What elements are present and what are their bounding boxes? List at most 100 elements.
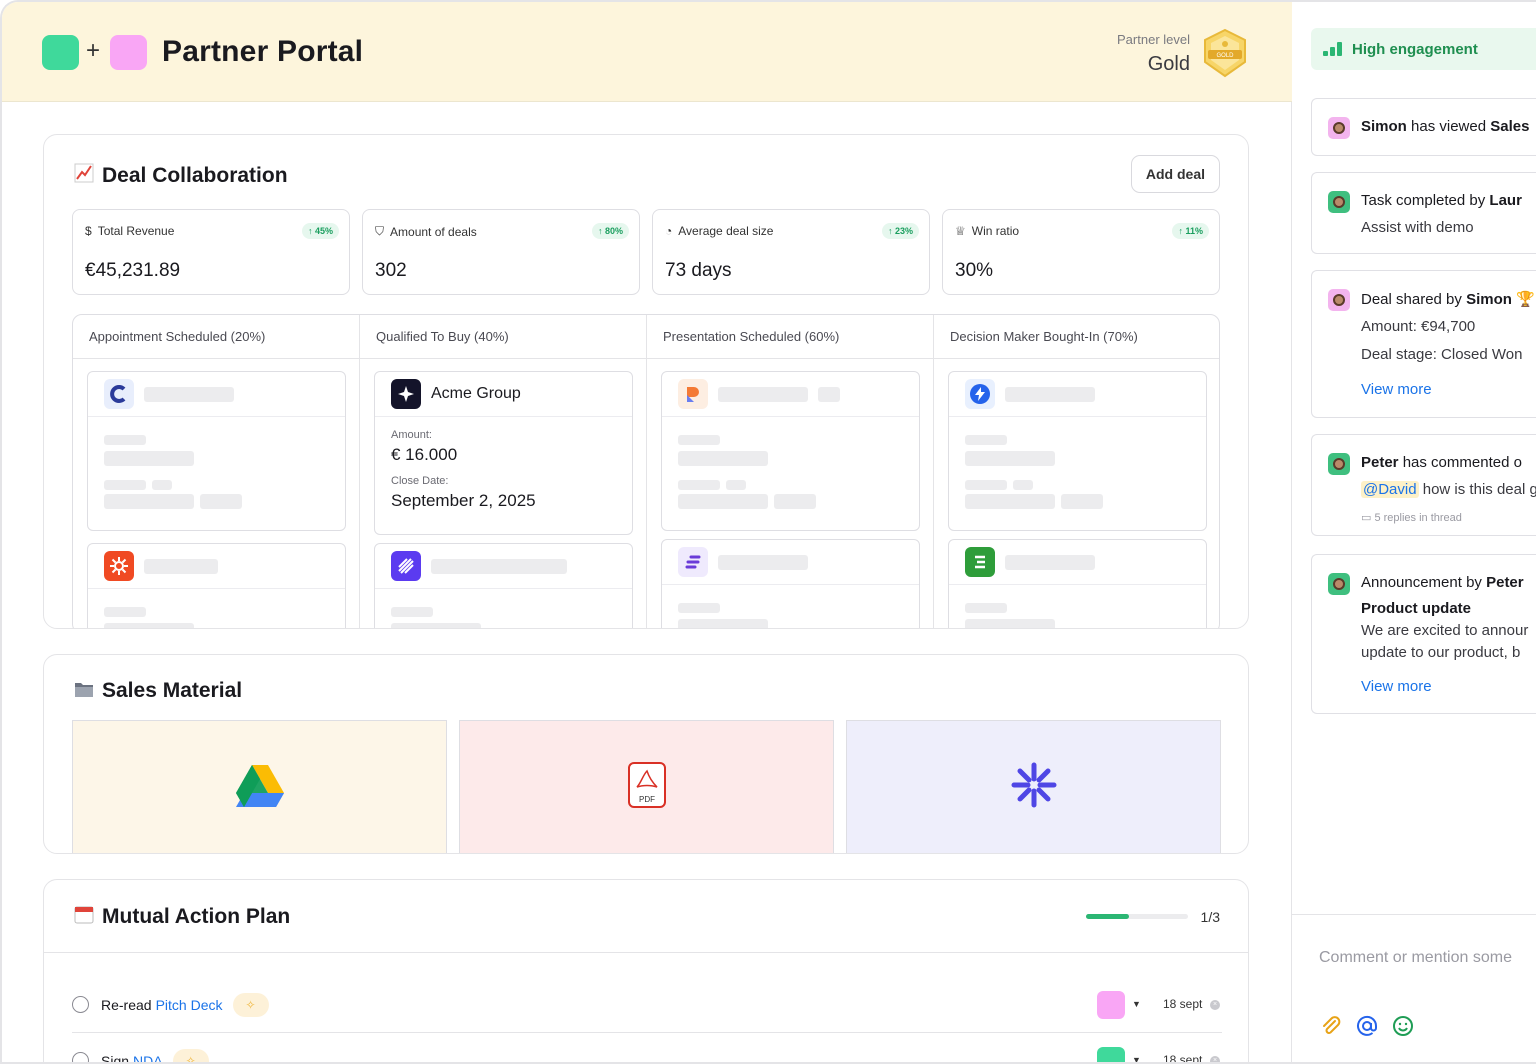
stat-total-revenue: $ Total Revenue ↑ 45% €45,231.89 [72, 209, 350, 295]
avatar [1328, 453, 1350, 475]
deal-card-header [662, 540, 919, 585]
chevron-down-icon[interactable]: ▼ [1132, 1055, 1141, 1062]
placeholder [391, 607, 433, 617]
signal-bars-icon [1323, 42, 1342, 56]
deal-card[interactable] [87, 371, 346, 531]
google-drive-icon [235, 763, 285, 812]
stat-delta: ↑ 23% [881, 223, 919, 239]
feed-action: Deal shared by [1361, 291, 1467, 308]
task-checkbox[interactable] [72, 1052, 89, 1062]
deal-card[interactable] [948, 539, 1207, 628]
replies-count[interactable]: ▭ 5 replies in thread [1361, 511, 1462, 524]
placeholder [144, 386, 234, 402]
announcement-heading: Product update [1361, 600, 1472, 617]
placeholder [774, 494, 816, 509]
folder-icon [74, 680, 96, 703]
view-more-link[interactable]: View more [1361, 381, 1432, 398]
task-checkbox[interactable] [72, 996, 89, 1013]
add-deal-button[interactable]: Add deal [1130, 155, 1220, 193]
placeholder [152, 480, 172, 490]
placeholder [965, 480, 1007, 490]
section-heading: Deal Collaboration [102, 163, 288, 187]
chevron-down-icon[interactable]: ▼ [1132, 999, 1141, 1009]
deal-card-body [949, 417, 1206, 521]
clear-date-icon[interactable]: × [1210, 1056, 1220, 1062]
assignee-avatar[interactable] [1097, 991, 1125, 1019]
stat-average-deal-size: ◔ Average deal size ↑ 23% 73 days [652, 209, 930, 295]
placeholder [718, 386, 808, 402]
feed-item[interactable]: Task completed by Laur Assist with demo [1311, 172, 1536, 254]
task-link[interactable]: Pitch Deck [156, 997, 223, 1013]
feed-actor: Peter [1361, 454, 1399, 471]
assignee-avatar[interactable] [1097, 1047, 1125, 1062]
deal-amount: Amount: €94,700 [1361, 318, 1476, 335]
deal-pipeline-board: Appointment Scheduled (20%) Qualified To… [72, 314, 1220, 628]
chart-icon [74, 163, 96, 188]
ai-sparkle-icon[interactable]: ✧ [232, 992, 269, 1017]
placeholder [965, 451, 1055, 466]
stat-label: $ Total Revenue [85, 224, 174, 238]
avatar [1328, 191, 1350, 213]
ai-sparkle-icon[interactable]: ✧ [172, 1048, 209, 1062]
stripes-icon [391, 551, 421, 581]
close-date-label: Close Date: [391, 475, 449, 487]
material-tile-pdf[interactable]: PDF [459, 720, 834, 853]
deal-card-header [88, 544, 345, 589]
comment-box[interactable]: Comment or mention some [1292, 914, 1536, 1062]
mention-tag[interactable]: @David [1361, 481, 1419, 498]
deal-card[interactable] [948, 371, 1207, 531]
comment-body: how is this deal g [1418, 481, 1536, 498]
due-date: 18 sept [1163, 997, 1203, 1011]
task-link[interactable]: NDA [133, 1053, 163, 1063]
placeholder [1005, 386, 1095, 402]
company-s-icon [678, 547, 708, 577]
feed-item[interactable]: Deal shared by Simon 🏆 Amount: €94,700 D… [1311, 270, 1536, 418]
comment-input[interactable]: Comment or mention some [1319, 949, 1512, 967]
announcement-body: update to our product, b [1361, 644, 1521, 661]
emoji-icon[interactable] [1392, 1015, 1414, 1042]
column-header: Decision Maker Bought-In (70%) [934, 315, 1219, 359]
deal-collaboration-card: Deal Collaboration Add deal $ Total Reven… [43, 134, 1249, 629]
deal-card[interactable] [374, 543, 633, 628]
column-header: Presentation Scheduled (60%) [647, 315, 933, 359]
deal-card-body [88, 417, 345, 521]
stat-value: €45,231.89 [85, 260, 181, 281]
feed-item[interactable]: Announcement by Peter Product update We … [1311, 554, 1536, 714]
at-mention-icon[interactable] [1356, 1015, 1378, 1042]
deal-card-body [375, 589, 632, 628]
stat-value: 30% [955, 260, 994, 281]
company-e-icon [965, 547, 995, 577]
deal-card-header [375, 544, 632, 589]
stat-amount-of-deals: ⛉ Amount of deals ↑ 80% 302 [362, 209, 640, 295]
column-header: Appointment Scheduled (20%) [73, 315, 359, 359]
engagement-badge: High engagement [1311, 28, 1536, 70]
paperclip-icon[interactable] [1320, 1015, 1342, 1042]
clear-date-icon[interactable]: × [1210, 1000, 1220, 1010]
placeholder [1013, 480, 1033, 490]
deal-card-header [949, 540, 1206, 585]
deal-card[interactable] [661, 539, 920, 628]
material-tile-asterisk[interactable] [846, 720, 1221, 853]
comment-icon: ▭ [1361, 512, 1375, 524]
progress-fill [1086, 914, 1129, 919]
stat-delta: ↑ 45% [301, 223, 339, 239]
amount-label: Amount: [391, 429, 432, 441]
placeholder [965, 603, 1007, 613]
view-more-link[interactable]: View more [1361, 678, 1432, 695]
feed-item[interactable]: Simon has viewed Sales [1311, 98, 1536, 156]
deal-card[interactable] [87, 543, 346, 628]
calendar-icon [74, 904, 96, 929]
placeholder [431, 558, 567, 574]
placeholder [818, 386, 840, 402]
deal-card-acme[interactable]: Acme Group Amount: € 16.000 Close Date: … [374, 371, 633, 535]
material-tile-drive[interactable] [72, 720, 447, 853]
avatar [1328, 573, 1350, 595]
deal-card[interactable] [661, 371, 920, 531]
close-date: September 2, 2025 [391, 491, 536, 510]
action-plan-title: Mutual Action Plan [74, 904, 290, 929]
stat-label: ◔ Average deal size [665, 224, 773, 238]
feed-item[interactable]: Peter has commented o @David how is this… [1311, 434, 1536, 536]
sales-material-card: Sales Material PDF [43, 654, 1249, 854]
deal-card-header: Acme Group [375, 372, 632, 417]
placeholder [1061, 494, 1103, 509]
